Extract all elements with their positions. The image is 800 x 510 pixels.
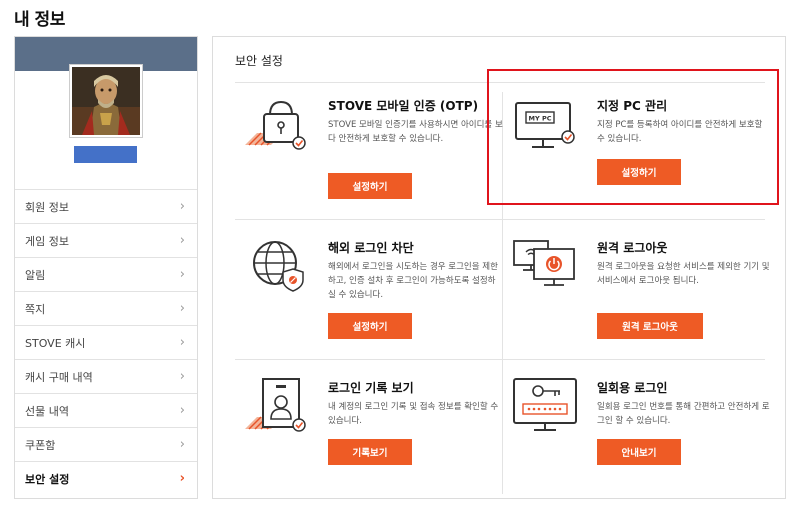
globe-shield-icon xyxy=(239,235,319,305)
card-description: 일회용 로그인 번호를 통해 간편하고 안전하게 로그인 할 수 있습니다. xyxy=(597,402,770,426)
page-title: 내 정보 xyxy=(14,10,65,30)
sidebar-item-notifications[interactable]: 알림 › xyxy=(15,257,197,291)
chevron-right-icon: › xyxy=(179,437,185,452)
sidebar-item-cash-purchase-history[interactable]: 캐시 구매 내역 › xyxy=(15,359,197,393)
sidebar-item-label: 알림 xyxy=(25,268,46,282)
otp-card: STOVE 모바일 인증 (OTP) STOVE 모바일 인증기를 사용하시면 … xyxy=(239,93,503,223)
sidebar-item-label: 회원 정보 xyxy=(25,200,69,214)
remote-logout-icon xyxy=(508,235,588,305)
one-time-login-guide-button[interactable]: 안내보기 xyxy=(597,439,681,465)
sidebar-menu: 회원 정보 › 게임 정보 › 알림 › 쪽지 › STOVE 캐시 › 캐시 구매 내역… xyxy=(15,189,197,495)
overseas-login-block-card: 해외 로그인 차단 해외에서 로그인을 시도하는 경우 로그인을 제한하고, 인… xyxy=(239,235,499,365)
padlock-icon xyxy=(239,93,319,163)
otp-setup-button[interactable]: 설정하기 xyxy=(328,173,412,199)
sidebar-item-game-info[interactable]: 게임 정보 › xyxy=(15,223,197,257)
card-description: 해외에서 로그인을 시도하는 경우 로그인을 제한하고, 인증 설차 후 로그인… xyxy=(328,262,498,300)
sidebar-item-label: 게임 정보 xyxy=(25,234,69,248)
card-title: 일회용 로그인 xyxy=(597,381,668,395)
sidebar-item-stove-cash[interactable]: STOVE 캐시 › xyxy=(15,325,197,359)
sidebar-item-coupon-box[interactable]: 쿠폰함 › xyxy=(15,427,197,461)
remote-logout-button[interactable]: 원격 로그아웃 xyxy=(597,313,703,339)
sidebar-item-label: 보안 설정 xyxy=(25,472,70,486)
chevron-right-icon: › xyxy=(179,301,185,316)
chevron-right-icon: › xyxy=(179,267,185,282)
section-title: 보안 설정 xyxy=(235,54,283,68)
chevron-right-icon: › xyxy=(179,471,185,486)
highlight-box xyxy=(487,69,779,205)
card-title: 원격 로그아웃 xyxy=(597,241,668,255)
sidebar-item-label: STOVE 캐시 xyxy=(25,336,86,350)
sidebar-item-security-settings[interactable]: 보안 설정 › xyxy=(15,461,197,495)
one-time-login-card: 일회용 로그인 일회용 로그인 번호를 통해 간편하고 안전하게 로그인 할 수… xyxy=(508,375,770,505)
card-title: 로그인 기록 보기 xyxy=(328,381,414,395)
sidebar-item-label: 캐시 구매 내역 xyxy=(25,370,93,384)
login-history-card: 로그인 기록 보기 내 계정의 로그인 기록 및 접속 정보를 확인할 수 있습… xyxy=(239,375,499,505)
remote-logout-card: 원격 로그아웃 원격 로그아웃을 요청한 서비스를 제외한 기기 및 서비스에서… xyxy=(508,235,770,365)
card-title: STOVE 모바일 인증 (OTP) xyxy=(328,99,479,113)
sidebar-item-label: 쪽지 xyxy=(25,302,46,316)
chevron-right-icon: › xyxy=(179,335,185,350)
login-history-button[interactable]: 기록보기 xyxy=(328,439,412,465)
card-description: STOVE 모바일 인증기를 사용하시면 아이디를 보다 안전하게 보호할 수 … xyxy=(328,120,503,144)
sidebar: 회원 정보 › 게임 정보 › 알림 › 쪽지 › STOVE 캐시 › 캐시 구매 내역… xyxy=(14,36,198,499)
card-description: 원격 로그아웃을 요청한 서비스를 제외한 기기 및 서비스에서 로그아웃 됩니… xyxy=(597,262,770,286)
key-password-icon xyxy=(508,375,588,445)
card-description: 내 계정의 로그인 기록 및 접속 정보를 확인할 수 있습니다. xyxy=(328,402,499,426)
avatar xyxy=(70,65,142,137)
chevron-right-icon: › xyxy=(179,233,185,248)
sidebar-item-member-info[interactable]: 회원 정보 › xyxy=(15,189,197,223)
chevron-right-icon: › xyxy=(179,199,185,214)
sidebar-item-gift-history[interactable]: 선물 내역 › xyxy=(15,393,197,427)
card-title: 해외 로그인 차단 xyxy=(328,241,414,255)
sidebar-item-label: 쿠폰함 xyxy=(25,438,56,452)
overseas-login-setup-button[interactable]: 설정하기 xyxy=(328,313,412,339)
sidebar-item-messages[interactable]: 쪽지 › xyxy=(15,291,197,325)
username-redacted xyxy=(74,146,137,163)
sidebar-item-label: 선물 내역 xyxy=(25,404,69,418)
id-badge-icon xyxy=(239,375,319,445)
chevron-right-icon: › xyxy=(179,369,185,384)
chevron-right-icon: › xyxy=(179,403,185,418)
